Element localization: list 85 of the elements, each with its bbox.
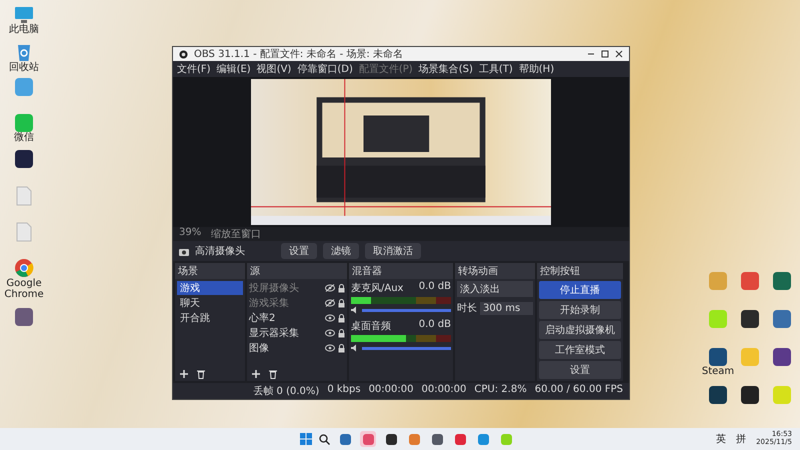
dock-title: 混音器 — [349, 263, 453, 279]
active-source-name: 高清摄像头 — [195, 244, 246, 258]
dock-title: 场景 — [175, 263, 245, 279]
toolbar-button[interactable]: 取消激活 — [365, 243, 421, 259]
source-item[interactable]: 心率2 — [249, 311, 322, 325]
toolbar-button[interactable]: 设置 — [281, 243, 317, 259]
lock-icon[interactable] — [338, 314, 345, 322]
eye-icon[interactable] — [325, 314, 335, 322]
status-text: 0 kbps — [327, 384, 361, 397]
trash-icon[interactable] — [269, 369, 277, 379]
source-item[interactable]: 游戏采集 — [249, 296, 322, 310]
ime-language[interactable]: 英 — [716, 432, 726, 446]
speaker-icon[interactable] — [351, 306, 359, 314]
icon-label: Steam — [700, 367, 736, 378]
volume-slider[interactable] — [362, 308, 451, 312]
app-logo-icon — [179, 50, 188, 58]
source-item[interactable]: 图像 — [249, 341, 322, 355]
ime-mode[interactable]: 拼 — [736, 432, 746, 446]
eye-icon[interactable] — [325, 329, 335, 337]
icon-label: 此电脑 — [8, 25, 40, 36]
start-icon[interactable] — [300, 433, 312, 445]
status-text: 60.00 / 60.00 FPS — [534, 384, 623, 397]
app-icon[interactable] — [15, 150, 33, 168]
menu-item[interactable]: 视图(V) — [256, 62, 292, 76]
channel-name: 桌面音频 — [351, 320, 391, 333]
duration-label: 时长 — [457, 302, 477, 315]
scene-item[interactable]: 开合跳 — [177, 311, 243, 325]
camera-icon — [179, 246, 189, 256]
transition-dropdown[interactable]: 淡入淡出 — [457, 281, 533, 297]
control-button[interactable]: 设置 — [539, 361, 621, 379]
menu-item[interactable]: 帮助(H) — [518, 62, 554, 76]
icon-label: Google Chrome — [3, 279, 45, 300]
status-text: 00:00:00 — [421, 384, 466, 397]
source-item[interactable]: 投屏摄像头 — [249, 281, 322, 295]
search-icon[interactable] — [319, 434, 330, 444]
lock-icon[interactable] — [338, 344, 345, 352]
dock-title: 源 — [247, 263, 347, 279]
maximize-icon[interactable] — [601, 50, 609, 58]
channel-db: 0.0 dB — [418, 319, 451, 332]
scene-item[interactable]: 游戏 — [177, 281, 243, 295]
add-icon[interactable] — [179, 369, 189, 379]
lock-icon[interactable] — [338, 298, 345, 308]
scale-mode-dropdown[interactable]: 缩放至窗口 — [211, 227, 262, 241]
close-icon[interactable] — [615, 50, 623, 58]
eye-icon[interactable] — [325, 344, 335, 352]
browser-icon[interactable] — [14, 258, 34, 278]
recycle-bin-icon[interactable] — [16, 42, 32, 62]
menu-item[interactable]: 工具(T) — [478, 62, 513, 76]
control-button[interactable]: 工作室模式 — [539, 341, 621, 359]
app-icon[interactable] — [709, 348, 727, 366]
app-icon[interactable] — [741, 310, 759, 328]
control-button[interactable]: 停止直播 — [539, 281, 621, 299]
dock-title: 控制按钮 — [537, 263, 623, 279]
menu-item[interactable]: 停靠窗口(D) — [297, 62, 353, 76]
eye-slash-icon[interactable] — [325, 299, 335, 307]
source-item[interactable]: 显示器采集 — [249, 326, 322, 340]
monitor-icon[interactable] — [14, 6, 34, 24]
scene-item[interactable]: 聊天 — [177, 296, 243, 310]
lock-icon[interactable] — [338, 328, 345, 338]
menu-item[interactable]: 场景集合(S) — [418, 62, 473, 76]
app-icon[interactable] — [741, 386, 759, 404]
icon-label: 回收站 — [8, 63, 40, 74]
zoom-level[interactable]: 39% — [179, 227, 202, 241]
control-button[interactable]: 启动虚拟摄像机 — [539, 321, 621, 339]
channel-name: 麦克风/Aux — [351, 282, 404, 295]
trash-icon[interactable] — [197, 369, 205, 379]
lock-icon[interactable] — [338, 284, 345, 292]
app-icon[interactable] — [773, 348, 791, 366]
eye-slash-icon[interactable] — [325, 284, 335, 292]
duration-field[interactable]: 300 ms — [480, 302, 533, 314]
menu-item[interactable]: 编辑(E) — [216, 62, 251, 76]
icon-label: 微信 — [13, 133, 35, 144]
add-icon[interactable] — [251, 369, 261, 379]
status-text: CPU: 2.8% — [474, 384, 527, 397]
app-icon[interactable] — [709, 386, 727, 404]
dock-title: 转场动画 — [455, 263, 535, 279]
control-button[interactable]: 开始录制 — [539, 301, 621, 319]
toolbar-button[interactable]: 滤镜 — [323, 243, 359, 259]
speaker-icon[interactable] — [351, 344, 359, 352]
menu-item[interactable]: 文件(F) — [177, 62, 211, 76]
status-text: 00:00:00 — [368, 384, 414, 397]
channel-db: 0.0 dB — [418, 281, 451, 294]
status-text: 丢帧 0 (0.0%) — [253, 384, 320, 398]
volume-slider[interactable] — [362, 346, 451, 350]
window-title: OBS 31.1.1 - 配置文件: 未命名 - 场景: 未命名 — [194, 48, 403, 61]
